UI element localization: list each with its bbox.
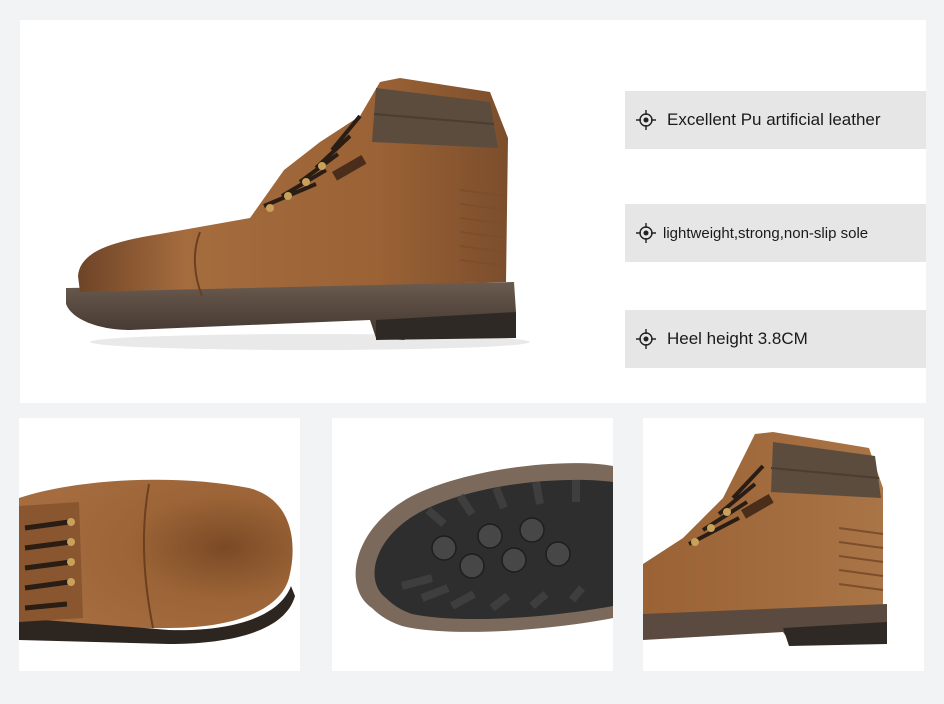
feature-heel: Heel height 3.8CM (625, 310, 926, 368)
hero-panel: Excellent Pu artificial leather lightwei… (20, 20, 926, 403)
detail-heel-panel (643, 418, 924, 671)
detail-toe-panel (19, 418, 300, 671)
feature-leather: Excellent Pu artificial leather (625, 91, 926, 149)
boot-side-image (643, 432, 887, 646)
crosshair-icon (636, 223, 656, 243)
crosshair-icon (636, 110, 656, 130)
feature-heel-label: Heel height 3.8CM (667, 329, 808, 348)
detail-sole-panel (332, 418, 613, 671)
toe-closeup-image (19, 479, 295, 644)
feature-sole: lightweight,strong,non-slip sole (625, 204, 926, 262)
feature-sole-label: lightweight,strong,non-slip sole (663, 224, 869, 242)
outsole-image (355, 463, 613, 632)
crosshair-icon (636, 329, 656, 349)
feature-leather-label: Excellent Pu artificial leather (667, 110, 881, 129)
